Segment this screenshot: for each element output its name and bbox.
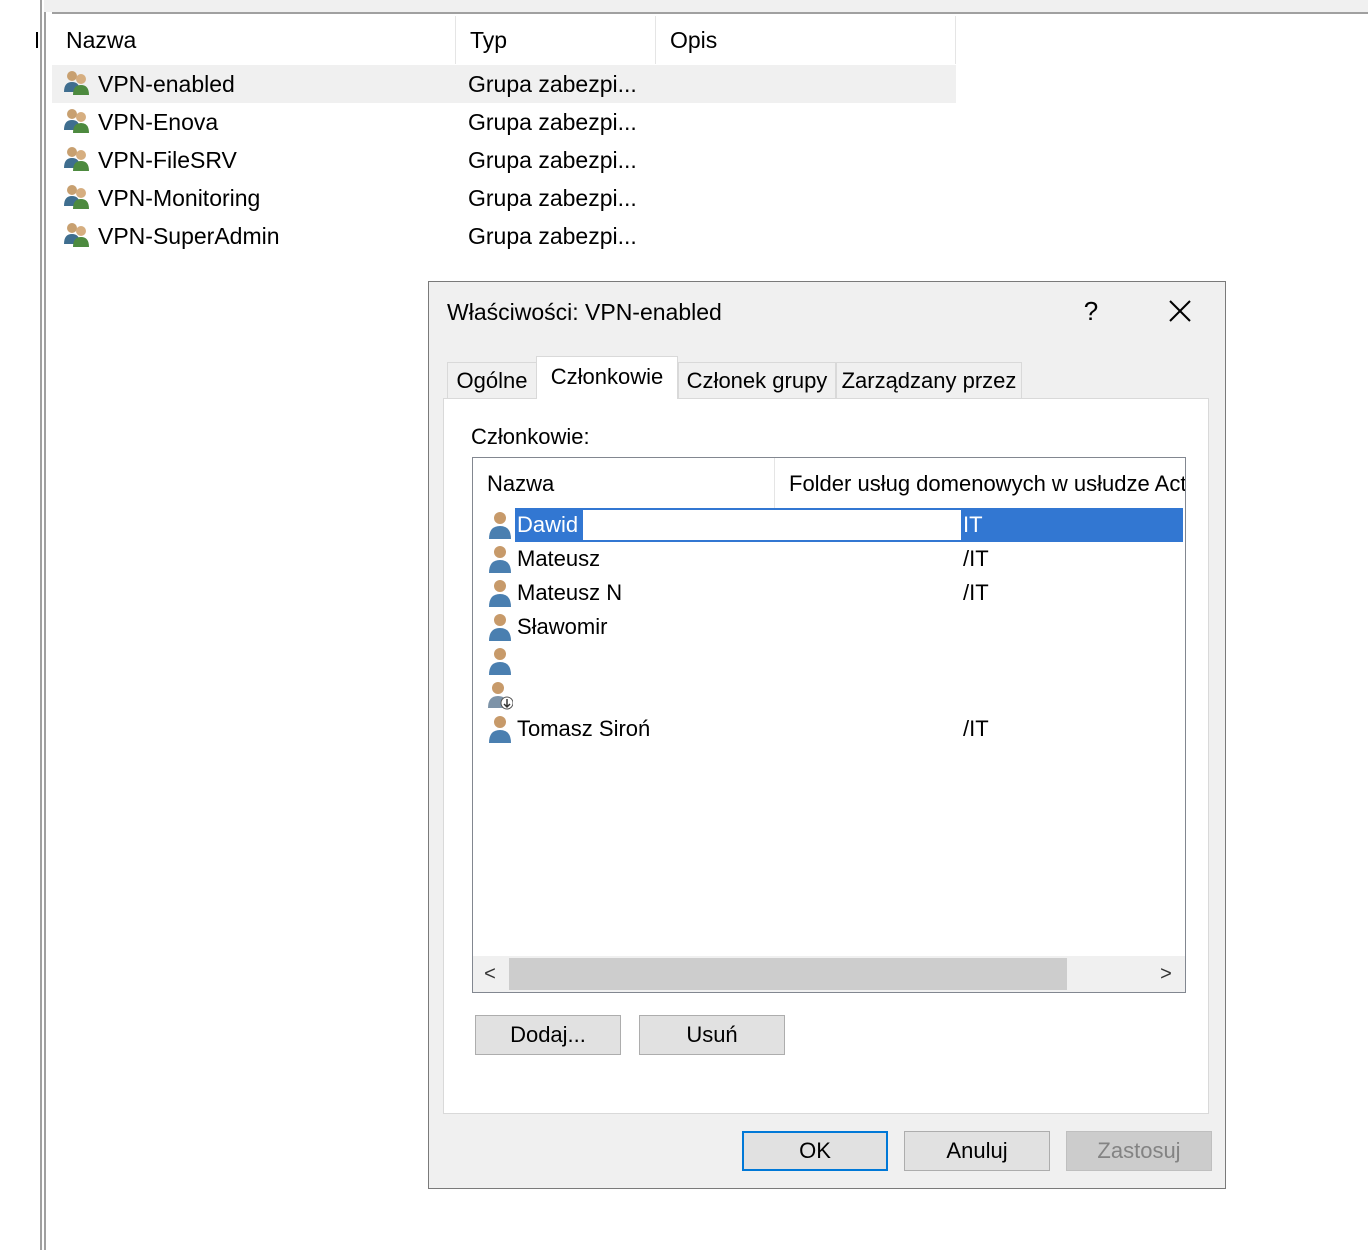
members-column-folder[interactable]: Folder usług domenowych w usłudze Acti: [775, 458, 1185, 508]
group-name: VPN-FileSRV: [98, 147, 237, 173]
user-icon: [487, 510, 513, 540]
tab-member-of[interactable]: Członek grupy: [678, 362, 836, 398]
member-folder: /IT: [963, 546, 989, 571]
remove-member-button[interactable]: Usuń: [639, 1015, 785, 1055]
user-icon: [487, 544, 513, 574]
members-tab-panel: Członkowie: Nazwa Folder usług domenowyc…: [443, 398, 1209, 1114]
tab-managed-by[interactable]: Zarządzany przez: [836, 362, 1022, 398]
scroll-right-button[interactable]: >: [1149, 956, 1183, 992]
member-name: Tomasz Siroń: [517, 716, 651, 741]
group-icon: [62, 106, 92, 136]
member-row[interactable]: [473, 678, 1185, 712]
list-pane-border: [44, 12, 52, 1250]
add-member-button[interactable]: Dodaj...: [475, 1015, 621, 1055]
member-row[interactable]: Tomasz Siroń /IT: [473, 712, 1185, 746]
member-folder: /IT: [963, 580, 989, 605]
group-type: Grupa zabezpi...: [468, 71, 637, 97]
properties-dialog: Właściwości: VPN-enabled ? Ogólne Członk…: [428, 281, 1226, 1189]
help-button[interactable]: ?: [1071, 290, 1111, 332]
group-row[interactable]: VPN-SuperAdmin Grupa zabezpi...: [52, 217, 956, 255]
tab-members[interactable]: Członkowie: [536, 356, 678, 399]
member-row[interactable]: [473, 644, 1185, 678]
member-row[interactable]: Sławomir: [473, 610, 1185, 644]
members-list[interactable]: Nazwa Folder usług domenowych w usłudze …: [472, 457, 1186, 993]
tree-pane-border[interactable]: [40, 0, 42, 1250]
cancel-button[interactable]: Anuluj: [904, 1131, 1050, 1171]
member-name: Sławomir: [517, 614, 608, 639]
members-list-header: Nazwa Folder usług domenowych w usłudze …: [473, 458, 1185, 508]
member-row[interactable]: Dawid IT: [473, 508, 1185, 542]
close-icon: [1169, 300, 1191, 322]
group-name: VPN-enabled: [98, 71, 235, 97]
members-column-name[interactable]: Nazwa: [473, 458, 775, 508]
group-icon: [62, 220, 92, 250]
member-name: Mateusz: [517, 546, 601, 571]
group-name: VPN-Monitoring: [98, 185, 261, 211]
member-row[interactable]: Mateusz N /IT: [473, 576, 1185, 610]
column-header-type[interactable]: Typ: [456, 16, 656, 64]
group-type: Grupa zabezpi...: [468, 109, 637, 135]
member-name: Dawid: [517, 512, 579, 537]
list-header: Nazwa Typ Opis: [52, 16, 956, 64]
group-type: Grupa zabezpi...: [468, 147, 637, 173]
user-icon: [487, 714, 513, 744]
redacted-area: [583, 510, 961, 540]
member-folder: IT: [963, 512, 983, 537]
user-icon: [487, 646, 513, 676]
toolbar-strip: [44, 0, 1368, 14]
dialog-title: Właściwości: VPN-enabled: [447, 299, 722, 325]
member-folder: /IT: [963, 716, 989, 741]
group-row[interactable]: VPN-Monitoring Grupa zabezpi...: [52, 179, 956, 217]
group-type: Grupa zabezpi...: [468, 223, 637, 249]
group-icon: [62, 68, 92, 98]
user-icon: [487, 612, 513, 642]
contact-user-icon: [487, 680, 514, 710]
user-icon: [487, 578, 513, 608]
apply-button[interactable]: Zastosuj: [1066, 1131, 1212, 1171]
group-name: VPN-Enova: [98, 109, 219, 135]
scroll-left-button[interactable]: <: [473, 956, 507, 992]
ok-button[interactable]: OK: [742, 1131, 888, 1171]
members-label: Członkowie:: [471, 424, 590, 449]
group-row[interactable]: VPN-enabled Grupa zabezpi...: [52, 65, 956, 103]
tab-strip: Ogólne Członkowie Członek grupy Zarządza…: [445, 356, 1205, 399]
group-icon: [62, 182, 92, 212]
group-type: Grupa zabezpi...: [468, 185, 637, 211]
close-button[interactable]: [1159, 290, 1201, 332]
tab-general[interactable]: Ogólne: [447, 362, 537, 398]
group-row[interactable]: VPN-Enova Grupa zabezpi...: [52, 103, 956, 141]
member-name: Mateusz N: [517, 580, 623, 605]
group-icon: [62, 144, 92, 174]
column-header-description[interactable]: Opis: [656, 16, 956, 64]
group-name: VPN-SuperAdmin: [98, 223, 280, 249]
scroll-thumb[interactable]: [509, 958, 1067, 990]
member-row[interactable]: Mateusz /IT: [473, 542, 1185, 576]
group-row[interactable]: VPN-FileSRV Grupa zabezpi...: [52, 141, 956, 179]
horizontal-scrollbar[interactable]: < >: [473, 956, 1185, 992]
column-header-name[interactable]: Nazwa: [52, 16, 456, 64]
splitter-mark: [36, 32, 38, 48]
